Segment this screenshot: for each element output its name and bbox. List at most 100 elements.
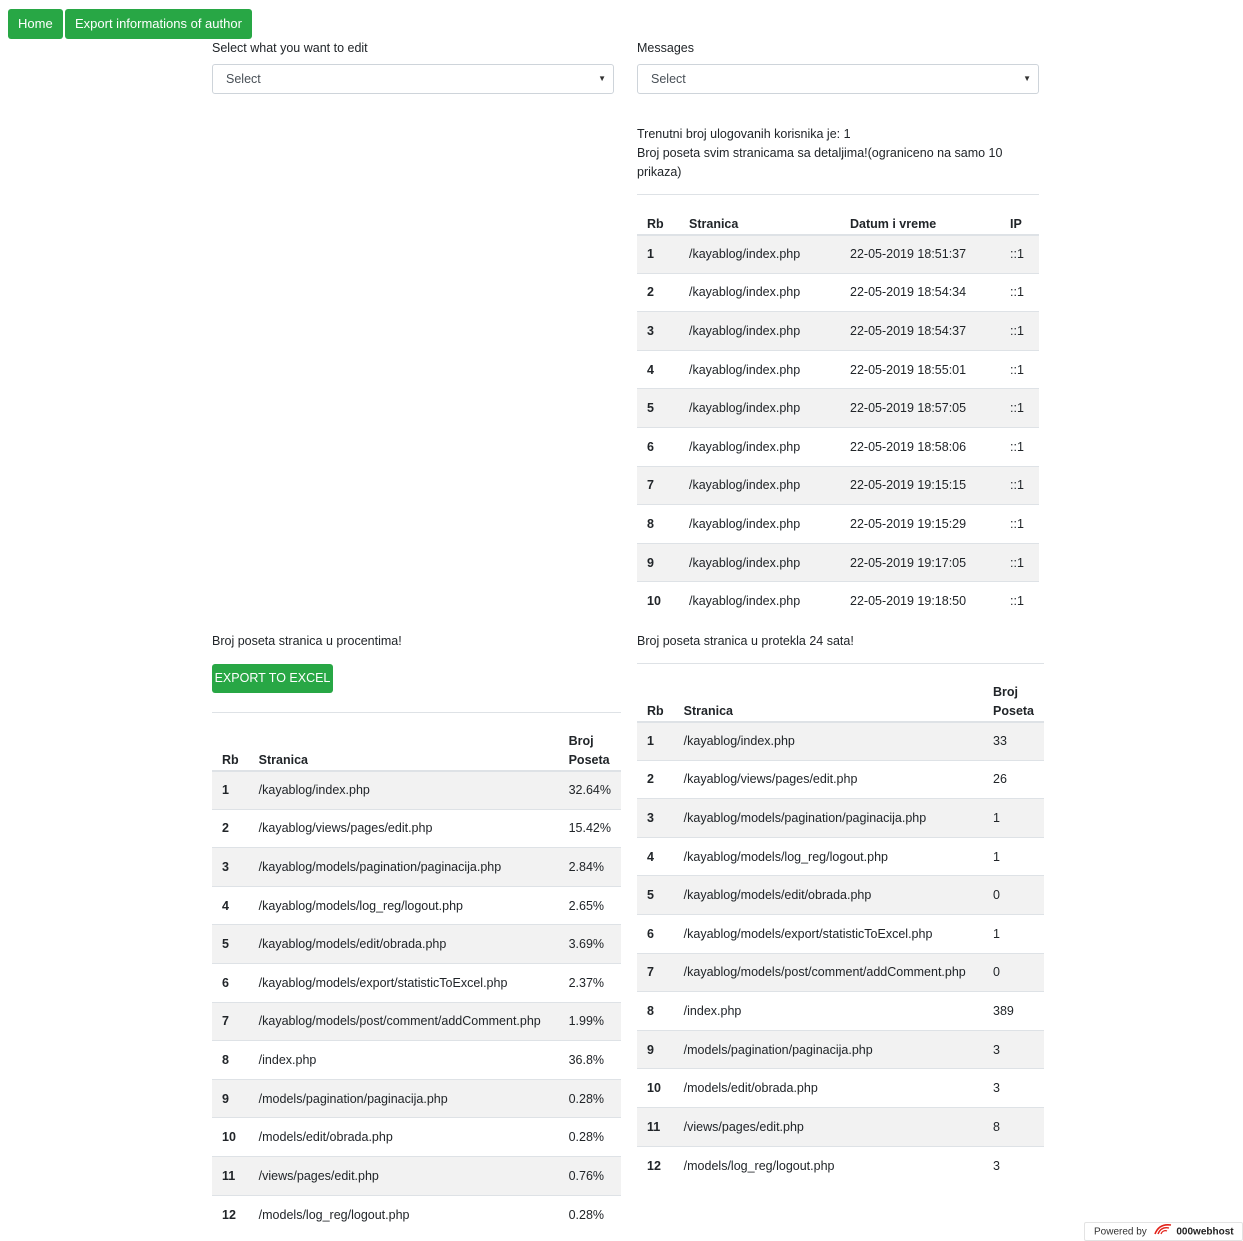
table-row: 5/kayablog/models/edit/obrada.php 0: [637, 875, 1044, 915]
page-cell: /views/pages/edit.php: [673, 1106, 984, 1147]
percent-cell: 0.28%: [558, 1078, 621, 1118]
datetime-cell: 22-05-2019 18:55:01: [840, 349, 1000, 389]
table-row: 3/kayablog/models/pagination/paginacija.…: [212, 847, 621, 887]
datetime-cell: 22-05-2019 19:17:05: [840, 542, 1000, 582]
table-row: 5/kayablog/models/edit/obrada.php 3.69%: [212, 924, 621, 964]
ip-cell: ::1: [1000, 426, 1039, 467]
page-cell: /kayablog/index.php: [679, 311, 840, 351]
powered-by-label: Powered by: [1094, 1226, 1147, 1238]
count-cell: 1: [983, 913, 1044, 954]
row-number: 4: [212, 885, 249, 925]
table-row: 9/models/pagination/paginacija.php 3: [637, 1029, 1044, 1069]
page-cell: /kayablog/models/pagination/paginacija.p…: [248, 847, 559, 887]
table-row: 3/kayablog/models/pagination/paginacija.…: [637, 798, 1044, 838]
chevron-down-icon: ▼: [598, 74, 606, 83]
percent-cell: 2.84%: [558, 847, 621, 887]
datetime-cell: 22-05-2019 18:51:37: [840, 234, 1000, 274]
percent-cell: 3.69%: [558, 924, 621, 964]
column-header: Stranica: [689, 216, 739, 231]
table-row: 8/index.php 36.8%: [212, 1040, 621, 1080]
column-header: Rb: [647, 216, 664, 231]
count-cell: 8: [983, 1106, 1044, 1147]
datetime-cell: 22-05-2019 19:15:29: [840, 504, 1000, 544]
page-cell: /kayablog/models/post/comment/addComment…: [248, 1001, 559, 1041]
ip-cell: ::1: [1000, 581, 1039, 621]
page-cell: /models/edit/obrada.php: [673, 1068, 984, 1108]
page-cell: /kayablog/models/pagination/paginacija.p…: [673, 798, 984, 838]
row-number: 1: [637, 721, 674, 761]
count-cell: 389: [983, 991, 1044, 1031]
page-cell: /kayablog/models/export/statisticToExcel…: [248, 962, 559, 1003]
row-number: 11: [637, 1106, 674, 1147]
table-row: 4/kayablog/models/log_reg/logout.php 1: [637, 836, 1044, 876]
count-cell: 26: [983, 759, 1044, 799]
datetime-cell: 22-05-2019 18:58:06: [840, 426, 1000, 467]
row-number: 10: [637, 581, 679, 621]
page-cell: /kayablog/index.php: [679, 272, 840, 312]
percent-cell: 0.28%: [558, 1117, 621, 1157]
row-number: 2: [212, 808, 249, 848]
webhost-swoosh-icon: [1153, 1223, 1172, 1241]
column-header: Broj Poseta: [568, 733, 610, 767]
table-row: 7/kayablog/models/post/comment/addCommen…: [212, 1001, 621, 1041]
edit-select-value: Select: [226, 72, 261, 86]
table-row: 8/index.php 389: [637, 991, 1044, 1031]
messages-select[interactable]: Select ▼: [637, 64, 1039, 94]
powered-by-badge[interactable]: Powered by 000webhost: [1084, 1222, 1243, 1241]
home-button[interactable]: Home: [8, 9, 63, 39]
row-number: 11: [212, 1155, 249, 1196]
count-cell: 0: [983, 952, 1044, 992]
row-number: 7: [637, 952, 674, 992]
row-number: 2: [637, 759, 674, 799]
page-cell: /kayablog/index.php: [248, 770, 559, 810]
visits-table: Rb Stranica Datum i vreme IP 1/kayablog/…: [637, 194, 1039, 621]
export-author-button[interactable]: Export informations of author: [65, 9, 252, 39]
row-number: 6: [637, 913, 674, 954]
percent-cell: 36.8%: [558, 1040, 621, 1080]
page-cell: /kayablog/models/export/statisticToExcel…: [673, 913, 984, 954]
row-number: 2: [637, 272, 679, 312]
row-number: 9: [637, 1029, 674, 1069]
datetime-cell: 22-05-2019 19:18:50: [840, 581, 1000, 621]
row-number: 6: [212, 962, 249, 1003]
row-number: 1: [637, 234, 679, 274]
table-row: 1/kayablog/index.php 22-05-2019 18:51:37:…: [637, 234, 1039, 274]
count-cell: 1: [983, 836, 1044, 876]
table-row: 2/kayablog/views/pages/edit.php 15.42%: [212, 808, 621, 848]
table-row: 11/views/pages/edit.php 0.76%: [212, 1155, 621, 1196]
datetime-cell: 22-05-2019 18:57:05: [840, 388, 1000, 428]
table-row: 7/kayablog/index.php 22-05-2019 19:15:15:…: [637, 465, 1039, 505]
day-section-title: Broj poseta stranica u protekla 24 sata!: [637, 634, 854, 648]
page-cell: /models/pagination/paginacija.php: [673, 1029, 984, 1069]
row-number: 7: [212, 1001, 249, 1041]
edit-select[interactable]: Select ▼: [212, 64, 614, 94]
row-number: 3: [637, 798, 674, 838]
page-cell: /models/pagination/paginacija.php: [248, 1078, 559, 1118]
ip-cell: ::1: [1000, 465, 1039, 505]
percent-section-title: Broj poseta stranica u procentima!: [212, 634, 402, 648]
page-cell: /kayablog/index.php: [679, 388, 840, 428]
table-row: 11/views/pages/edit.php 8: [637, 1106, 1044, 1147]
table-header-row: Rb Stranica Broj Poseta: [637, 663, 1044, 722]
column-header: Broj Poseta: [993, 684, 1035, 718]
row-number: 4: [637, 836, 674, 876]
percent-cell: 32.64%: [558, 770, 621, 810]
row-number: 10: [212, 1117, 249, 1157]
table-header-row: Rb Stranica Datum i vreme IP: [637, 194, 1039, 235]
row-number: 3: [637, 311, 679, 351]
page-cell: /models/edit/obrada.php: [248, 1117, 559, 1157]
column-header: Rb: [647, 703, 664, 718]
table-row: 1/kayablog/index.php 32.64%: [212, 770, 621, 810]
ip-cell: ::1: [1000, 272, 1039, 312]
day-visits-table: Rb Stranica Broj Poseta 1/kayablog/index…: [637, 663, 1044, 1185]
page-cell: /kayablog/models/edit/obrada.php: [248, 924, 559, 964]
page-cell: /kayablog/models/post/comment/addComment…: [673, 952, 984, 992]
table-row: 3/kayablog/index.php 22-05-2019 18:54:37:…: [637, 311, 1039, 351]
messages-select-value: Select: [651, 72, 686, 86]
row-number: 12: [212, 1194, 249, 1234]
column-header: Rb: [222, 752, 239, 767]
page-cell: /views/pages/edit.php: [248, 1155, 559, 1196]
page-cell: /kayablog/index.php: [679, 504, 840, 544]
export-to-excel-button[interactable]: EXPORT TO EXCEL: [212, 664, 333, 693]
percent-cell: 0.28%: [558, 1194, 621, 1234]
